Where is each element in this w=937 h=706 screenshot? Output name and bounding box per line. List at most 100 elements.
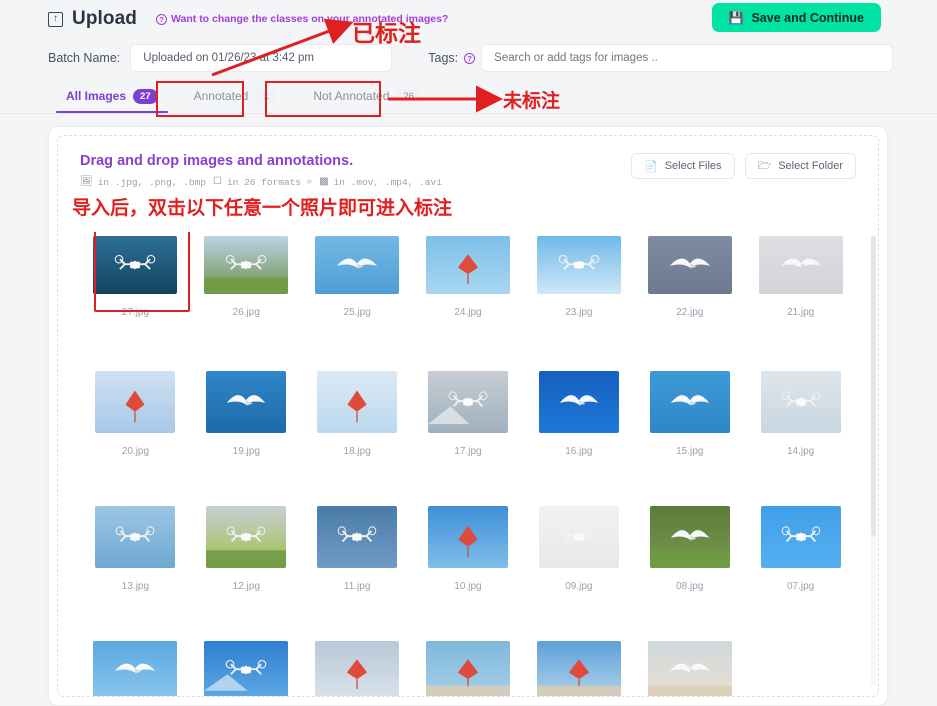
dropzone[interactable]: Drag and drop images and annotations. 🖼 … [57, 135, 879, 697]
help-icon: ? [156, 13, 167, 25]
thumbnail-image[interactable] [204, 641, 289, 696]
image-thumbnail-cell[interactable]: 17.jpg [413, 367, 524, 502]
thumbnail-filename: 27.jpg [121, 307, 150, 318]
image-grid-row: 27.jpg 26.jpg 25.jpg 24.jpg 23.jpg 22.jpg 21.j… [80, 232, 856, 367]
image-thumbnail-cell[interactable] [634, 637, 745, 696]
tab-not-annotated-label: Not Annotated [313, 89, 390, 103]
image-thumbnail-cell[interactable] [413, 637, 524, 696]
thumbnail-filename: 14.jpg [786, 446, 815, 457]
image-thumbnail-cell[interactable]: 19.jpg [191, 367, 302, 502]
thumbnail-filename: 22.jpg [676, 307, 704, 318]
image-thumbnail-cell[interactable]: 11.jpg [302, 502, 413, 637]
thumbnail-image[interactable] [95, 506, 176, 568]
page-title: Upload [72, 8, 137, 29]
tab-not-annotated[interactable]: Not Annotated 26 [295, 79, 439, 113]
thumbnail-image[interactable] [538, 371, 619, 433]
thumbnail-image[interactable] [428, 506, 508, 568]
tab-all-images[interactable]: All Images 27 [48, 79, 176, 113]
chevron-right-icon[interactable]: » [306, 177, 312, 188]
thumbnail-filename: 19.jpg [232, 446, 260, 457]
grid-scrollbar[interactable] [871, 236, 876, 686]
thumbnail-image[interactable] [426, 641, 510, 696]
thumbnail-filename: 15.jpg [676, 446, 704, 457]
save-button-label: Save and Continue [751, 10, 864, 25]
image-thumbnail-cell[interactable] [523, 637, 634, 696]
image-thumbnail-cell[interactable]: 08.jpg [634, 502, 745, 637]
select-folder-button[interactable]: 🗁 Select Folder [744, 153, 856, 179]
image-thumbnail-cell[interactable]: 18.jpg [302, 367, 413, 502]
thumbnail-image[interactable] [536, 641, 621, 696]
video-icon: ▩ [319, 177, 329, 188]
thumbnail-filename: 10.jpg [454, 581, 482, 592]
thumbnail-image[interactable] [206, 506, 287, 568]
image-thumbnail-cell[interactable] [191, 637, 302, 696]
save-and-continue-button[interactable]: 💾 Save and Continue [711, 3, 881, 32]
thumbnail-image[interactable] [647, 236, 732, 294]
thumbnail-filename: 18.jpg [343, 446, 371, 457]
thumbnail-image[interactable] [426, 236, 510, 294]
tags-input[interactable] [481, 44, 894, 72]
image-thumbnail-cell[interactable]: 23.jpg [523, 232, 634, 367]
select-folder-label: Select Folder [778, 160, 843, 172]
thumbnail-filename: 11.jpg [343, 581, 371, 592]
thumbnail-filename: 23.jpg [565, 307, 593, 318]
image-thumbnail-cell[interactable]: 16.jpg [523, 367, 634, 502]
thumbnail-image[interactable] [315, 236, 400, 294]
image-grid-row: 13.jpg 12.jpg 11.jpg 10.jpg 09.jpg 08.jpg 07.j… [80, 502, 856, 637]
thumbnail-filename: 26.jpg [232, 307, 260, 318]
thumbnail-image[interactable] [428, 371, 508, 433]
image-icon: 🖼 [80, 177, 93, 188]
image-thumbnail-cell[interactable]: 13.jpg [80, 502, 191, 637]
thumbnail-filename: 25.jpg [343, 307, 371, 318]
batch-name-input[interactable] [130, 44, 393, 72]
image-thumbnail-cell[interactable]: 22.jpg [634, 232, 745, 367]
image-thumbnail-cell[interactable]: 15.jpg [634, 367, 745, 502]
image-grid-row [80, 637, 856, 696]
thumbnail-filename: 12.jpg [232, 581, 260, 592]
thumbnail-image[interactable] [649, 371, 730, 433]
thumbnail-image[interactable] [317, 371, 398, 433]
tab-not-annotated-count: 26 [396, 88, 421, 104]
select-files-button[interactable]: 📄 Select Files [630, 153, 735, 179]
image-thumbnail-cell[interactable] [302, 637, 413, 696]
thumbnail-image[interactable] [315, 641, 400, 696]
thumbnail-image[interactable] [538, 506, 619, 568]
image-thumbnail-cell[interactable]: 26.jpg [191, 232, 302, 367]
image-thumbnail-cell[interactable]: 14.jpg [745, 367, 856, 502]
image-thumbnail-cell[interactable]: 09.jpg [523, 502, 634, 637]
thumbnail-filename: 08.jpg [676, 581, 704, 592]
image-thumbnail-cell[interactable]: 12.jpg [191, 502, 302, 637]
thumbnail-filename: 16.jpg [565, 446, 593, 457]
image-formats-label: in .jpg, .png, .bmp [97, 176, 207, 188]
folder-icon: 🗁 [757, 159, 772, 172]
thumbnail-image[interactable] [95, 371, 176, 433]
tab-annotated[interactable]: Annotated 1 [176, 79, 296, 113]
thumbnail-image[interactable] [93, 236, 178, 294]
thumbnail-image[interactable] [647, 641, 732, 696]
thumbnail-image[interactable] [206, 371, 287, 433]
grid-scrollbar-thumb[interactable] [871, 236, 876, 536]
tags-help-icon[interactable]: ? [464, 52, 476, 64]
change-classes-label: Want to change the classes on your annot… [171, 13, 449, 25]
image-thumbnail-cell[interactable]: 10.jpg [413, 502, 524, 637]
tab-all-images-count: 27 [133, 88, 158, 104]
image-thumbnail-cell[interactable]: 20.jpg [80, 367, 191, 502]
image-thumbnail-cell[interactable]: 25.jpg [302, 232, 413, 367]
image-thumbnail-cell[interactable]: 07.jpg [745, 502, 856, 637]
image-thumbnail-cell[interactable]: 24.jpg [413, 232, 524, 367]
thumbnail-image[interactable] [93, 641, 178, 696]
change-classes-link[interactable]: ? Want to change the classes on your ann… [156, 13, 448, 25]
image-grid[interactable]: 27.jpg 26.jpg 25.jpg 24.jpg 23.jpg 22.jpg 21.j… [58, 232, 878, 696]
thumbnail-filename: 13.jpg [121, 581, 150, 592]
thumbnail-image[interactable] [649, 506, 730, 568]
video-format-group: ▩ in .mov, .mp4, .avi [319, 176, 442, 189]
thumbnail-image[interactable] [760, 371, 841, 433]
image-thumbnail-cell[interactable]: 27.jpg [80, 232, 191, 367]
thumbnail-image[interactable] [758, 236, 843, 294]
thumbnail-image[interactable] [760, 506, 841, 568]
image-thumbnail-cell[interactable] [80, 637, 191, 696]
thumbnail-image[interactable] [204, 236, 289, 294]
image-thumbnail-cell[interactable]: 21.jpg [745, 232, 856, 367]
thumbnail-image[interactable] [536, 236, 621, 294]
thumbnail-image[interactable] [317, 506, 398, 568]
